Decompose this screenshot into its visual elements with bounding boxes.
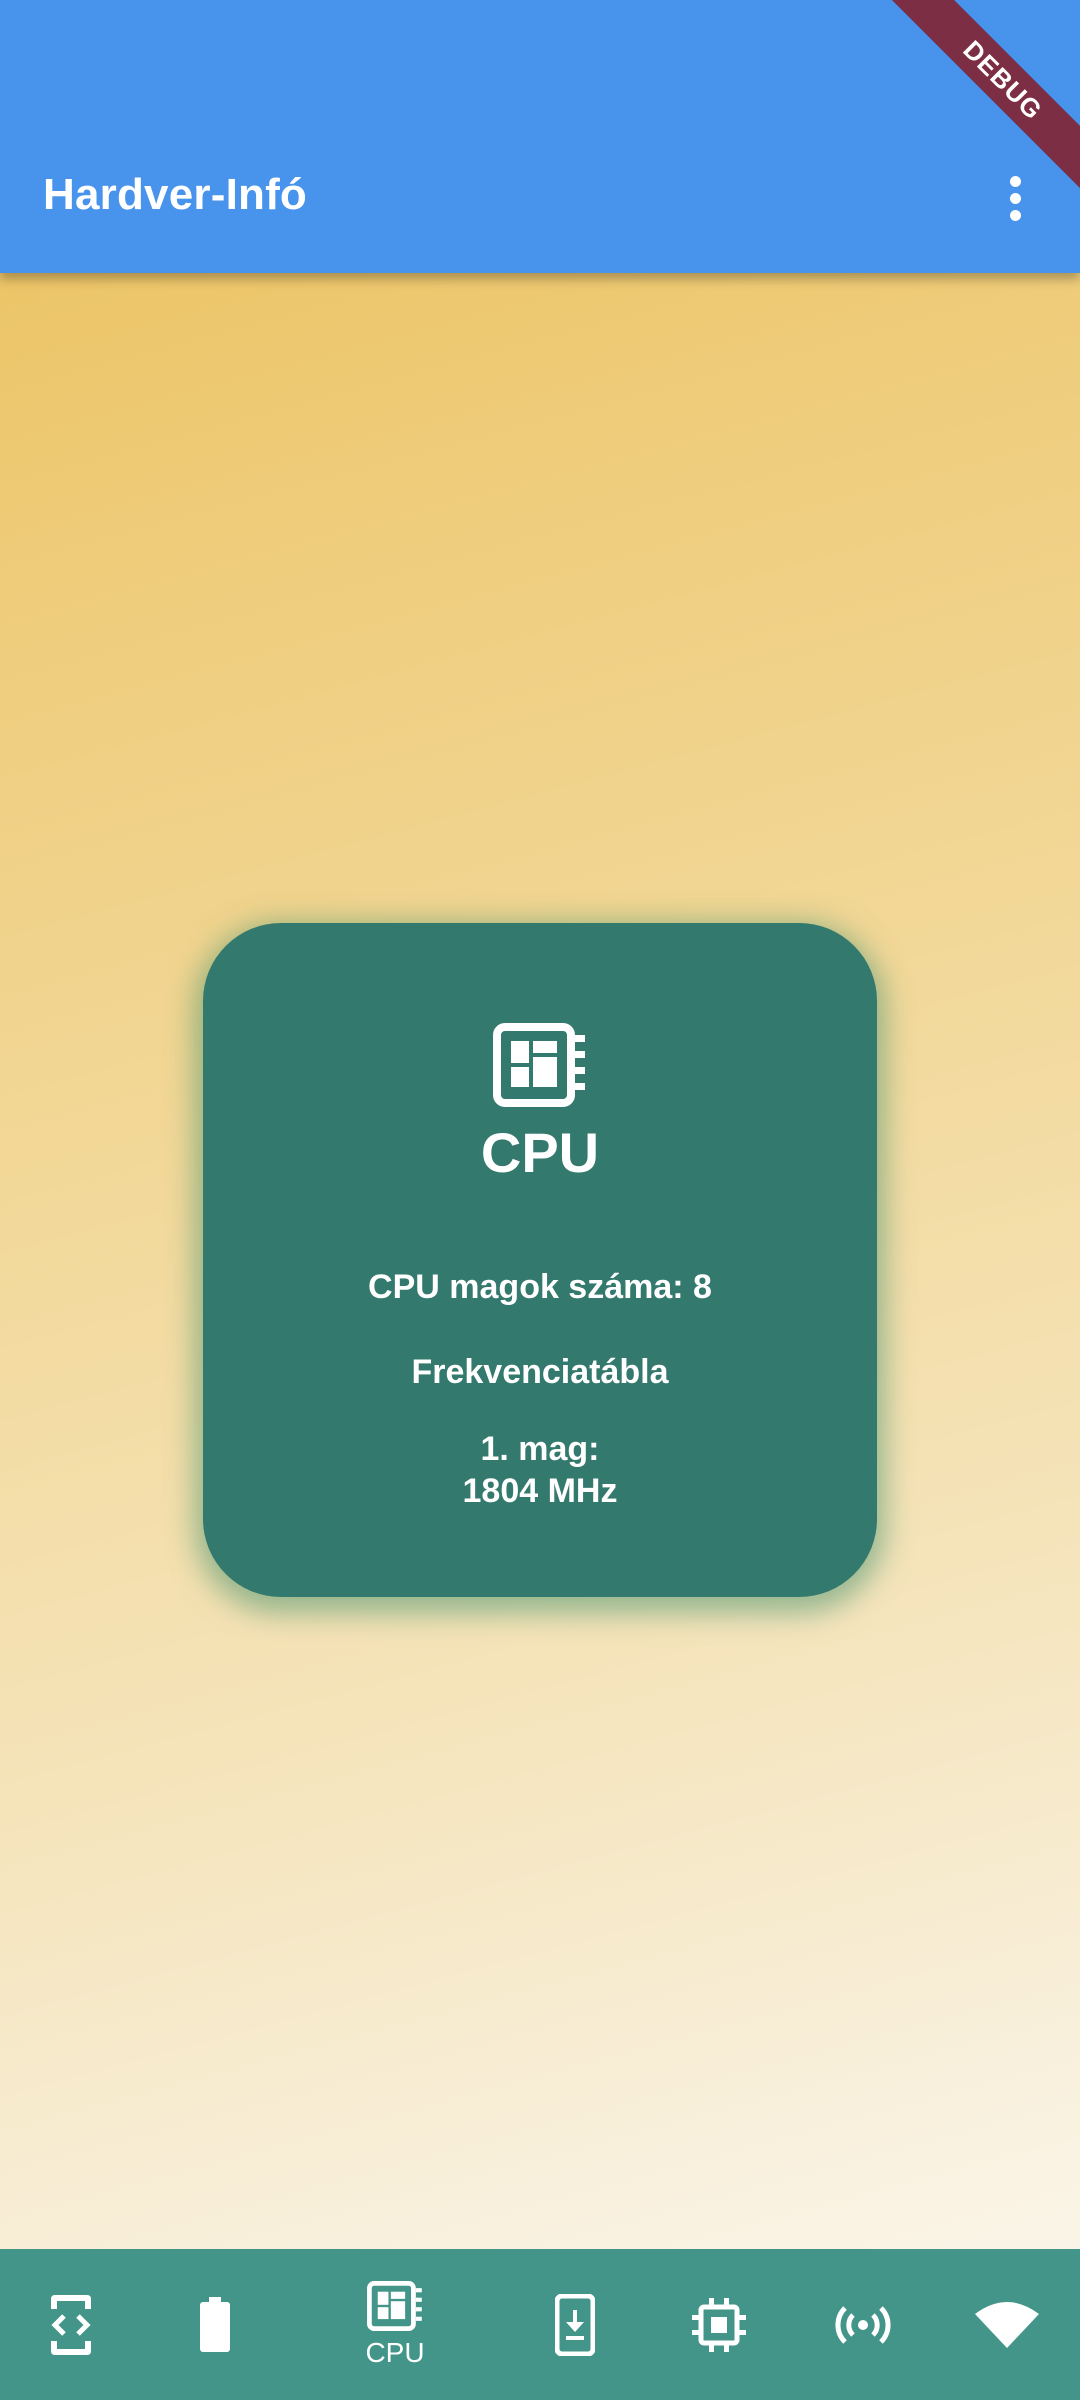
nav-item-battery[interactable] <box>160 2249 270 2400</box>
card-title: CPU <box>480 1121 600 1184</box>
nav-item-label: CPU <box>365 2336 425 2368</box>
core-label: 1. mag: <box>480 1430 600 1468</box>
cpu-info-card: CPU CPU magok száma: 8 Frekvenciatábla 1… <box>203 923 877 1597</box>
frequency-table-title: Frekvenciatábla <box>411 1353 669 1391</box>
wireless-signal-icon <box>835 2305 891 2344</box>
bottom-navigation-bar: CPU <box>0 2249 1080 2400</box>
nav-item-wifi[interactable] <box>952 2249 1062 2400</box>
cpu-dashboard-icon <box>493 1023 585 1107</box>
cpu-cores-text: CPU magok száma: 8 <box>368 1268 712 1306</box>
debug-banner-label: DEBUG <box>884 0 1080 199</box>
wifi-icon <box>975 2301 1039 2348</box>
cpu-icon <box>367 2280 422 2331</box>
download-phone-icon <box>555 2293 595 2356</box>
debug-banner: DEBUG <box>860 0 1080 220</box>
memory-chip-icon <box>692 2297 746 2352</box>
nav-item-developer[interactable] <box>16 2249 126 2400</box>
nav-item-storage[interactable] <box>520 2249 630 2400</box>
nav-item-memory[interactable] <box>664 2249 774 2400</box>
nav-item-network[interactable] <box>808 2249 918 2400</box>
nav-item-cpu[interactable]: CPU <box>340 2249 450 2400</box>
developer-mode-icon <box>51 2294 91 2355</box>
core-frequency-value: 1804 MHz <box>462 1472 618 1510</box>
battery-icon <box>200 2296 230 2352</box>
app-title: Hardver-Infó <box>43 170 307 219</box>
